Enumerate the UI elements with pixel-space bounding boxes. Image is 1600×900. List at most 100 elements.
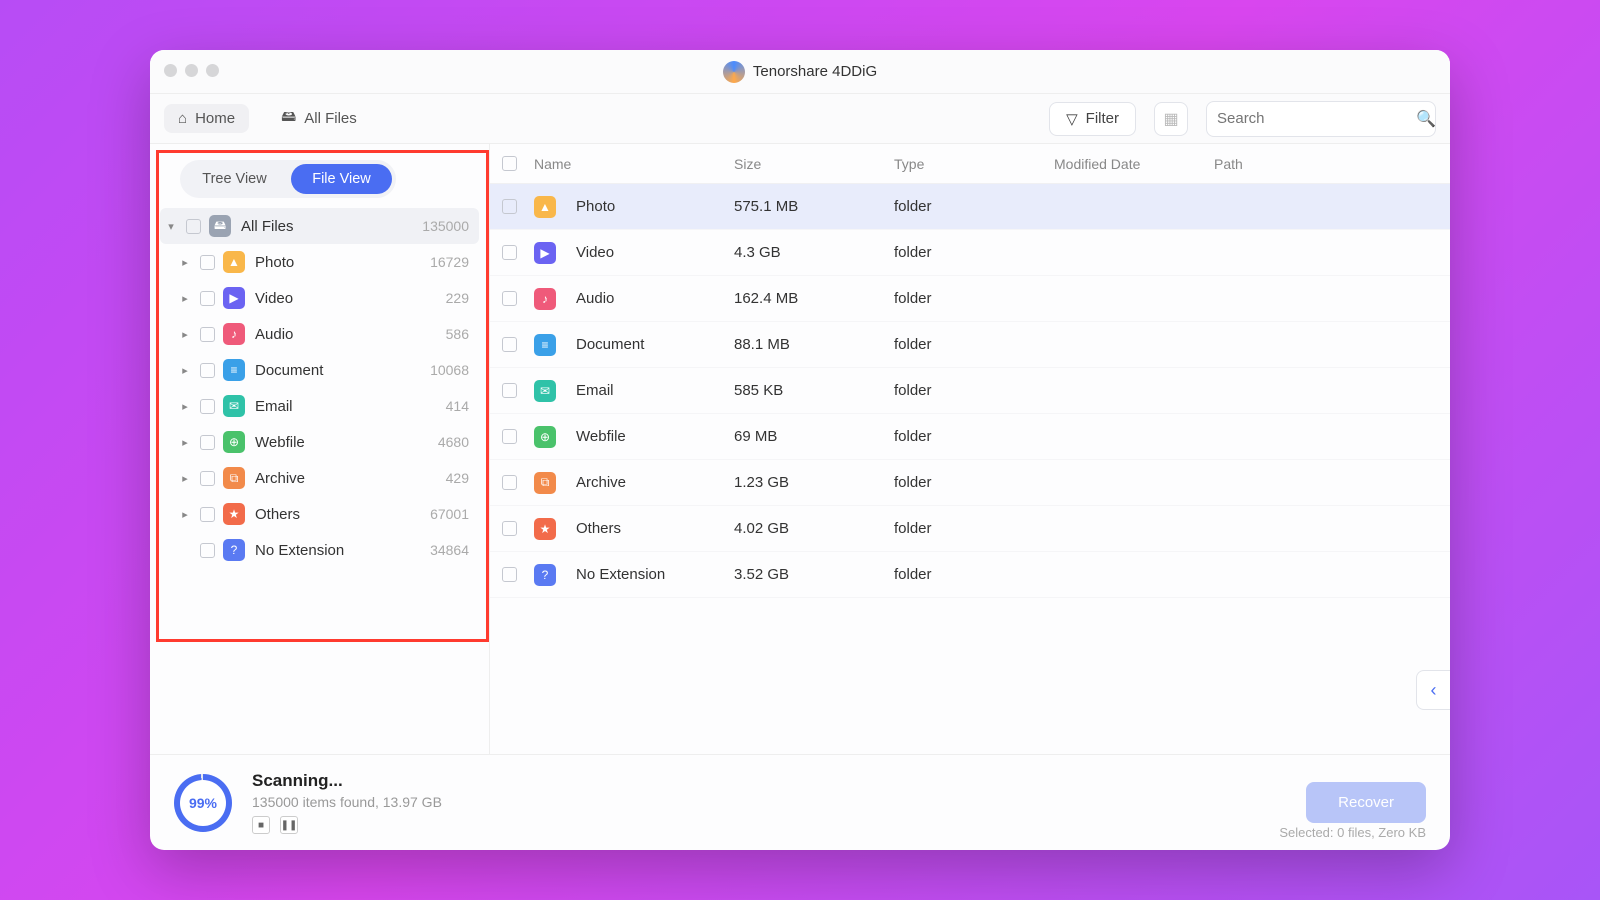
table-row[interactable]: ⊕ Webfile 69 MB folder — [490, 414, 1450, 460]
filter-button[interactable]: ▽ Filter — [1049, 102, 1136, 136]
search-icon: 🔍 — [1416, 109, 1436, 129]
table-row[interactable]: ≡Document 88.1 MB folder — [490, 322, 1450, 368]
row-size: 585 KB — [734, 382, 894, 399]
tree-view-button[interactable]: Tree View — [184, 164, 285, 194]
checkbox[interactable] — [502, 567, 517, 582]
audio-icon: ♪ — [534, 288, 556, 310]
scan-progress: 99% — [174, 774, 232, 832]
col-name[interactable]: Name — [534, 156, 734, 172]
close-icon[interactable] — [164, 64, 177, 77]
row-name: No Extension — [576, 566, 665, 583]
recover-button[interactable]: Recover — [1306, 782, 1426, 823]
grid-view-button[interactable]: ▦ — [1154, 102, 1188, 136]
sidebar-item-all-files[interactable]: ▾ 🖴 All Files 135000 — [160, 208, 479, 244]
progress-percent: 99% — [180, 780, 226, 826]
chevron-left-icon: ‹ — [1431, 680, 1437, 701]
checkbox[interactable] — [200, 291, 215, 306]
row-size: 162.4 MB — [734, 290, 894, 307]
view-toggle: Tree View File View — [180, 160, 396, 198]
sidebar-item-document[interactable]: ▸ ≡ Document 10068 — [160, 352, 479, 388]
sidebar-item-video[interactable]: ▸ ▶ Video 229 — [160, 280, 479, 316]
checkbox[interactable] — [502, 245, 517, 260]
email-icon: ✉ — [223, 395, 245, 417]
checkbox[interactable] — [502, 383, 517, 398]
row-name: Webfile — [576, 428, 626, 445]
no extension-icon: ? — [534, 564, 556, 586]
audio-icon: ♪ — [223, 323, 245, 345]
home-icon: ⌂ — [178, 110, 187, 127]
sidebar-item-others[interactable]: ▸ ★ Others 67001 — [160, 496, 479, 532]
checkbox[interactable] — [186, 219, 201, 234]
row-name: Photo — [576, 198, 615, 215]
checkbox[interactable] — [502, 475, 517, 490]
row-size: 1.23 GB — [734, 474, 894, 491]
app-title: Tenorshare 4DDiG — [753, 63, 877, 80]
checkbox[interactable] — [200, 543, 215, 558]
webfile-icon: ⊕ — [534, 426, 556, 448]
sidebar-item-no-extension[interactable]: ? No Extension 34864 — [160, 532, 479, 568]
document-icon: ≡ — [223, 359, 245, 381]
sidebar-item-audio[interactable]: ▸ ♪ Audio 586 — [160, 316, 479, 352]
search-input[interactable]: 🔍 — [1206, 101, 1436, 137]
table-row[interactable]: ?No Extension 3.52 GB folder — [490, 552, 1450, 598]
archive-icon: ⧉ — [534, 472, 556, 494]
stop-button[interactable]: ■ — [252, 816, 270, 834]
col-modified[interactable]: Modified Date — [1054, 156, 1214, 172]
row-name: Others — [576, 520, 621, 537]
table-row[interactable]: ▲Photo 575.1 MB folder — [490, 184, 1450, 230]
table-header: Name Size Type Modified Date Path — [490, 144, 1450, 184]
select-all-checkbox[interactable] — [502, 156, 517, 171]
pause-button[interactable]: ❚❚ — [280, 816, 298, 834]
titlebar: Tenorshare 4DDiG — [150, 50, 1450, 94]
sidebar-item-archive[interactable]: ▸ ⧉ Archive 429 — [160, 460, 479, 496]
app-logo-icon — [723, 61, 745, 83]
collapse-panel-button[interactable]: ‹ — [1416, 670, 1450, 710]
row-type: folder — [894, 336, 1054, 353]
table-row[interactable]: ★Others 4.02 GB folder — [490, 506, 1450, 552]
checkbox[interactable] — [200, 363, 215, 378]
tab-all-files[interactable]: 🖴 All Files — [267, 100, 371, 137]
row-type: folder — [894, 566, 1054, 583]
row-name: Audio — [576, 290, 614, 307]
checkbox[interactable] — [502, 199, 517, 214]
scan-title: Scanning... — [252, 771, 442, 791]
checkbox[interactable] — [200, 399, 215, 414]
scan-subtitle: 135000 items found, 13.97 GB — [252, 794, 442, 810]
checkbox[interactable] — [502, 291, 517, 306]
maximize-icon[interactable] — [206, 64, 219, 77]
sidebar-item-webfile[interactable]: ▸ ⊕ Webfile 4680 — [160, 424, 479, 460]
table-row[interactable]: ⧉Archive 1.23 GB folder — [490, 460, 1450, 506]
checkbox[interactable] — [200, 435, 215, 450]
footer: 99% Scanning... 135000 items found, 13.9… — [150, 754, 1450, 850]
checkbox[interactable] — [200, 507, 215, 522]
row-type: folder — [894, 428, 1054, 445]
window-controls[interactable] — [164, 64, 219, 77]
sidebar-item-email[interactable]: ▸ ✉ Email 414 — [160, 388, 479, 424]
search-field[interactable] — [1217, 110, 1416, 127]
file-view-button[interactable]: File View — [291, 164, 392, 194]
row-type: folder — [894, 474, 1054, 491]
sidebar-item-photo[interactable]: ▸ ▲ Photo 16729 — [160, 244, 479, 280]
checkbox[interactable] — [200, 471, 215, 486]
col-type[interactable]: Type — [894, 156, 1054, 172]
others-icon: ★ — [223, 503, 245, 525]
checkbox[interactable] — [200, 327, 215, 342]
row-size: 69 MB — [734, 428, 894, 445]
col-path[interactable]: Path — [1214, 156, 1440, 172]
checkbox[interactable] — [502, 429, 517, 444]
col-size[interactable]: Size — [734, 156, 894, 172]
table-row[interactable]: ▶Video 4.3 GB folder — [490, 230, 1450, 276]
checkbox[interactable] — [502, 521, 517, 536]
row-type: folder — [894, 198, 1054, 215]
minimize-icon[interactable] — [185, 64, 198, 77]
email-icon: ✉ — [534, 380, 556, 402]
tab-home[interactable]: ⌂ Home — [164, 104, 249, 133]
table-row[interactable]: ♪Audio 162.4 MB folder — [490, 276, 1450, 322]
checkbox[interactable] — [502, 337, 517, 352]
table-row[interactable]: ✉Email 585 KB folder — [490, 368, 1450, 414]
checkbox[interactable] — [200, 255, 215, 270]
row-type: folder — [894, 520, 1054, 537]
chevron-right-icon: ▸ — [178, 508, 192, 521]
disk-icon: 🖴 — [281, 106, 296, 131]
toolbar: ⌂ Home 🖴 All Files ▽ Filter ▦ 🔍 — [150, 94, 1450, 144]
